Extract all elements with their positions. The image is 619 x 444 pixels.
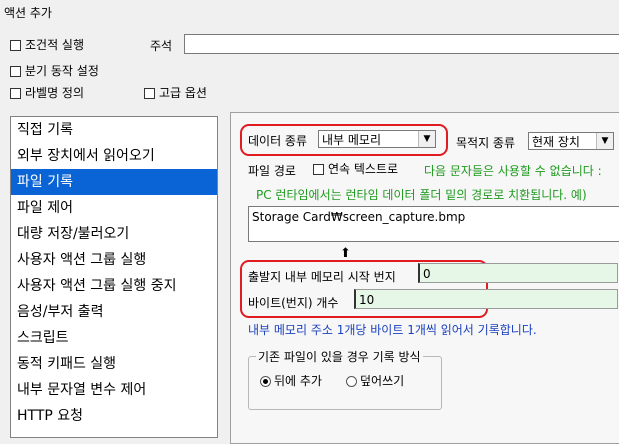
start-addr-label: 출발지 내부 메모리 시작 번지	[248, 270, 396, 284]
advanced-checkbox[interactable]	[144, 88, 155, 99]
memo-input[interactable]	[184, 34, 619, 54]
dest-type-label: 목적지 종류	[456, 136, 516, 150]
overwrite-label: 덮어쓰기	[360, 374, 405, 388]
action-item-file-record[interactable]: 파일 기록	[11, 169, 217, 195]
chevron-down-icon: ▼	[596, 133, 613, 149]
advanced-option[interactable]: 고급 옵션	[144, 84, 207, 101]
action-item-file-control[interactable]: 파일 제어	[11, 195, 217, 221]
data-type-label: 데이터 종류	[248, 134, 308, 148]
chevron-down-icon: ▼	[418, 131, 435, 147]
action-item-bulk-save-load[interactable]: 대량 저장/불러오기	[11, 221, 217, 247]
append-label: 뒤에 추가	[274, 374, 322, 388]
warning-text-2: PC 런타임에서는 런타임 데이터 폴더 밑의 경로로 치환됩니다. 예)	[256, 188, 587, 202]
continuous-text-checkbox[interactable]	[313, 164, 324, 175]
info-text: 내부 메모리 주소 1개당 바이트 1개씩 읽어서 기록합니다.	[248, 323, 537, 337]
arrow-up-icon: ⬆	[340, 246, 351, 261]
dest-type-select[interactable]: 현재 장치 ▼	[528, 132, 614, 150]
append-radio[interactable]	[260, 376, 271, 387]
action-item-user-group-run[interactable]: 사용자 액션 그룹 실행	[11, 247, 217, 273]
overwrite-radio[interactable]	[346, 376, 357, 387]
label-define-label: 라벨명 정의	[25, 86, 85, 100]
branch-settings-checkbox[interactable]	[10, 66, 21, 77]
data-type-select[interactable]: 내부 메모리 ▼	[318, 130, 436, 148]
conditional-exec-checkbox[interactable]	[10, 40, 21, 51]
action-item-user-group-stop[interactable]: 사용자 액션 그룹 실행 중지	[11, 273, 217, 299]
label-define-option[interactable]: 라벨명 정의	[10, 84, 84, 101]
conditional-exec-option[interactable]: 조건적 실행	[10, 36, 84, 53]
byte-count-input[interactable]: 10	[354, 289, 618, 309]
action-item-read-external[interactable]: 외부 장치에서 읽어오기	[11, 143, 217, 169]
append-option[interactable]: 뒤에 추가	[260, 372, 322, 389]
action-item-direct-record[interactable]: 직접 기록	[11, 117, 217, 143]
data-type-value: 내부 메모리	[322, 133, 382, 147]
conditional-exec-label: 조건적 실행	[25, 38, 85, 52]
branch-settings-option[interactable]: 분기 동작 설정	[10, 62, 99, 79]
action-item-string-var[interactable]: 내부 문자열 변수 제어	[11, 377, 217, 403]
continuous-text-option[interactable]: 연속 텍스트로	[313, 160, 398, 177]
advanced-label: 고급 옵션	[159, 86, 207, 100]
start-addr-input[interactable]: 0	[418, 263, 618, 283]
branch-settings-label: 분기 동작 설정	[25, 64, 99, 78]
label-define-checkbox[interactable]	[10, 88, 21, 99]
overwrite-option[interactable]: 덮어쓰기	[346, 372, 404, 389]
file-path-input[interactable]: Storage Card₩screen_capture.bmp	[248, 206, 619, 242]
action-item-http-request[interactable]: HTTP 요청	[11, 403, 217, 429]
byte-count-label: 바이트(번지) 개수	[248, 296, 339, 310]
warning-text-1: 다음 문자들은 사용할 수 없습니다 :	[424, 164, 602, 178]
action-item-voice-buzzer[interactable]: 음성/부저 출력	[11, 299, 217, 325]
action-list[interactable]: 직접 기록 외부 장치에서 읽어오기 파일 기록 파일 제어 대량 저장/불러오…	[10, 116, 218, 438]
action-item-script[interactable]: 스크립트	[11, 325, 217, 351]
file-path-label: 파일 경로	[248, 164, 296, 178]
continuous-text-label: 연속 텍스트로	[328, 162, 399, 176]
action-item-dynamic-keypad[interactable]: 동적 키패드 실행	[11, 351, 217, 377]
window-title: 액션 추가	[4, 6, 52, 20]
memo-label: 주석	[150, 39, 173, 53]
dest-type-value: 현재 장치	[532, 135, 580, 149]
existing-file-group-title: 기존 파일이 있을 경우 기록 방식	[256, 348, 423, 365]
